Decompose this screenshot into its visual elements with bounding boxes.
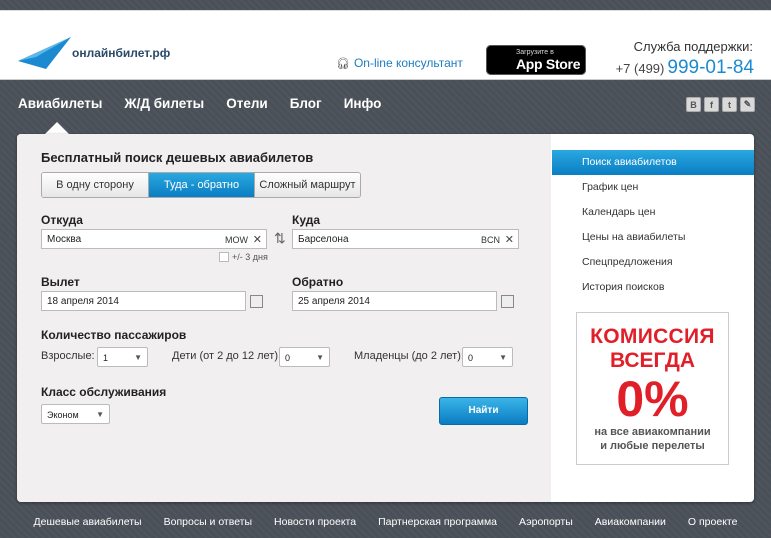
adults-label: Взрослые:: [41, 350, 95, 362]
from-input[interactable]: Москва MOW ✕: [41, 229, 267, 249]
depart-date-input[interactable]: 18 апреля 2014: [41, 291, 246, 311]
side-item-ticket-prices[interactable]: Цены на авиабилеты: [552, 225, 754, 250]
children-label: Дети (от 2 до 12 лет):: [172, 350, 282, 362]
promo-percent: 0%: [616, 371, 689, 427]
from-value: Москва: [47, 234, 82, 245]
to-input[interactable]: Барселона BCN ✕: [292, 229, 519, 249]
nav-item-info[interactable]: Инфо: [344, 96, 382, 111]
side-item-search-history[interactable]: История поисков: [552, 275, 754, 300]
promo-banner[interactable]: КОМИССИЯ ВСЕГДА 0% на все авиакомпании и…: [576, 312, 729, 465]
nav-item-hotels[interactable]: Отели: [226, 96, 268, 111]
side-menu: Поиск авиабилетов График цен Календарь ц…: [552, 150, 754, 300]
infants-value: 0: [468, 353, 474, 363]
side-item-price-calendar[interactable]: Календарь цен: [552, 200, 754, 225]
return-label: Обратно: [292, 275, 344, 289]
form-title: Бесплатный поиск дешевых авиабилетов: [41, 150, 314, 165]
side-item-flight-search[interactable]: Поиск авиабилетов: [552, 150, 754, 175]
promo-line-4: на все авиакомпании: [594, 426, 711, 438]
chevron-down-icon: ▼: [96, 410, 104, 419]
footer-link-airlines[interactable]: Авиакомпании: [595, 516, 666, 528]
nav-item-trains[interactable]: Ж/Д билеты: [124, 96, 204, 111]
facebook-icon[interactable]: f: [704, 97, 719, 112]
nav-item-flights[interactable]: Авиабилеты: [18, 96, 102, 111]
to-label: Куда: [292, 213, 320, 227]
flex-dates-label: +/- 3 дня: [232, 252, 268, 262]
adults-select[interactable]: 1 ▼: [97, 347, 148, 367]
tab-round-trip[interactable]: Туда - обратно: [149, 173, 255, 197]
online-consultant-link[interactable]: 🎧︎ On-line консультант: [336, 56, 463, 70]
tab-one-way[interactable]: В одну сторону: [42, 173, 149, 197]
return-value: 25 апреля 2014: [298, 296, 370, 307]
logo-icon[interactable]: [16, 33, 76, 73]
checkbox-box[interactable]: [219, 252, 229, 262]
phone-number: 999-01-84: [667, 57, 754, 78]
header: онлайнбилет.рф 🎧︎ On-line консультант За…: [0, 10, 771, 80]
support-label: Служба поддержки:: [633, 39, 753, 54]
online-consultant-label: On-line консультант: [353, 56, 463, 70]
class-label: Класс обслуживания: [41, 385, 167, 399]
swap-icon[interactable]: ⇅: [274, 230, 286, 247]
infants-label: Младенцы (до 2 лет):: [354, 350, 464, 362]
calendar-icon[interactable]: [250, 295, 263, 308]
blog-icon[interactable]: ✎: [740, 97, 755, 112]
nav-item-blog[interactable]: Блог: [290, 96, 322, 111]
footer-link-airports[interactable]: Аэропорты: [519, 516, 573, 528]
return-date-input[interactable]: 25 апреля 2014: [292, 291, 497, 311]
to-value: Барселона: [298, 234, 349, 245]
calendar-icon[interactable]: [501, 295, 514, 308]
footer-link-news[interactable]: Новости проекта: [274, 516, 356, 528]
tab-complex-route[interactable]: Сложный маршрут: [255, 173, 360, 197]
find-button[interactable]: Найти: [439, 397, 528, 425]
appstore-small-text: Загрузите в: [516, 49, 554, 56]
search-form: Бесплатный поиск дешевых авиабилетов В о…: [17, 134, 551, 502]
children-select[interactable]: 0 ▼: [279, 347, 330, 367]
vk-icon[interactable]: B: [686, 97, 701, 112]
depart-value: 18 апреля 2014: [47, 296, 119, 307]
class-value: Эконом: [47, 410, 79, 420]
from-label: Откуда: [41, 213, 83, 227]
footer-link-partners[interactable]: Партнерская программа: [378, 516, 497, 528]
footer-link-about[interactable]: О проекте: [688, 516, 738, 528]
footer-link-cheap-flights[interactable]: Дешевые авиабилеты: [34, 516, 142, 528]
side-item-special-offers[interactable]: Спецпредложения: [552, 250, 754, 275]
chevron-down-icon: ▼: [134, 353, 142, 362]
clear-to-icon[interactable]: ✕: [505, 230, 514, 250]
twitter-icon[interactable]: t: [722, 97, 737, 112]
side-item-price-chart[interactable]: График цен: [552, 175, 754, 200]
depart-label: Вылет: [41, 275, 80, 289]
passengers-label: Количество пассажиров: [41, 328, 187, 342]
from-code: MOW: [225, 235, 248, 245]
appstore-big-text: App Store: [516, 56, 581, 72]
to-code: BCN: [480, 235, 500, 245]
trip-type-tabs: В одну сторону Туда - обратно Сложный ма…: [41, 172, 361, 198]
class-select[interactable]: Эконом ▼: [41, 404, 110, 424]
main-nav: Авиабилеты Ж/Д билеты Отели Блог Инфо: [18, 96, 403, 111]
social-links: B f t ✎: [686, 97, 755, 112]
flex-dates-checkbox[interactable]: +/- 3 дня: [219, 252, 268, 262]
app-store-badge[interactable]: Загрузите в App Store: [486, 45, 586, 75]
chevron-down-icon: ▼: [499, 353, 507, 362]
footer-links: Дешевые авиабилеты Вопросы и ответы Ново…: [0, 516, 771, 528]
headset-icon: 🎧︎: [336, 57, 350, 70]
logo-text[interactable]: онлайнбилет.рф: [72, 46, 170, 60]
promo-line-1: КОМИССИЯ: [590, 325, 715, 348]
promo-line-2: ВСЕГДА: [609, 349, 696, 372]
adults-value: 1: [103, 353, 109, 363]
chevron-down-icon: ▼: [316, 353, 324, 362]
footer-link-faq[interactable]: Вопросы и ответы: [164, 516, 252, 528]
main-panel: Бесплатный поиск дешевых авиабилетов В о…: [17, 134, 754, 502]
promo-line-5: и любые перелеты: [600, 440, 705, 452]
children-value: 0: [285, 353, 291, 363]
infants-select[interactable]: 0 ▼: [462, 347, 513, 367]
support-phone: +7 (499) 999-01-84: [616, 57, 754, 79]
phone-prefix: +7 (499): [615, 61, 665, 76]
clear-from-icon[interactable]: ✕: [253, 230, 262, 250]
